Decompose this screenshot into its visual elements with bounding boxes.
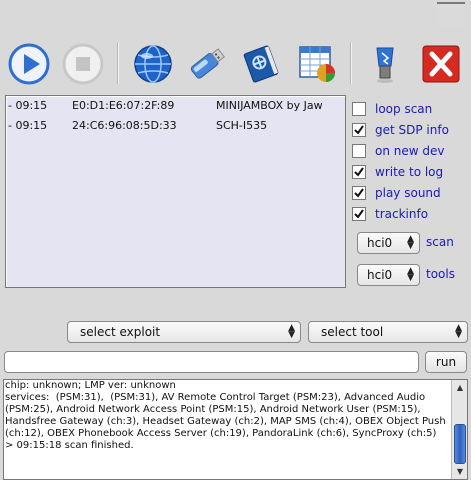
toolbar-separator xyxy=(117,42,119,84)
log-scrollbar[interactable]: ▲ ▼ xyxy=(451,380,467,479)
on-new-dev-option[interactable]: on new dev xyxy=(352,142,444,160)
checkmark-icon xyxy=(354,188,364,198)
stop-button[interactable] xyxy=(59,40,107,88)
toolbar-separator xyxy=(350,42,352,84)
tools-interface-value: hci0 xyxy=(367,268,393,282)
chevron-updown-icon: ▲ ▼ xyxy=(407,266,414,283)
run-button[interactable]: run xyxy=(425,351,467,373)
device-mac: E0:D1:E6:07:2F:89 xyxy=(72,99,175,112)
checkmark-icon xyxy=(354,125,364,135)
scan-interface-select[interactable]: hci0 ▲ ▼ xyxy=(357,232,420,254)
exit-button[interactable] xyxy=(417,40,465,88)
scroll-down-icon[interactable]: ▼ xyxy=(454,466,466,478)
tools-label: tools xyxy=(426,267,455,281)
exploit-select-value: select exploit xyxy=(80,325,161,339)
loop-scan-checkbox[interactable] xyxy=(352,102,366,116)
device-name: MINIJAMBOX by Jaw xyxy=(216,99,323,112)
book-icon xyxy=(243,45,279,83)
device-list[interactable]: - 09:15 E0:D1:E6:07:2F:89 MINIJAMBOX by … xyxy=(5,95,346,288)
usb-button[interactable] xyxy=(183,40,231,88)
device-name: SCH-I535 xyxy=(216,119,268,132)
window-control-button[interactable] xyxy=(437,2,465,26)
play-sound-option[interactable]: play sound xyxy=(352,184,441,202)
device-mac: 24:C6:96:08:5D:33 xyxy=(72,119,177,132)
loop-scan-label: loop scan xyxy=(375,102,433,116)
chevron-updown-icon: ▲ ▼ xyxy=(455,323,462,340)
write-to-log-checkbox[interactable] xyxy=(352,165,366,179)
trackinfo-checkbox[interactable] xyxy=(352,207,366,221)
list-item[interactable]: - 09:15 24:C6:96:08:5D:33 SCH-I535 xyxy=(6,116,345,134)
chevron-updown-icon: ▲ ▼ xyxy=(407,234,414,251)
scrollbar-thumb[interactable] xyxy=(454,424,466,464)
log-output[interactable]: chip: unknown; LMP ver: unknown services… xyxy=(3,379,468,480)
chevron-updown-icon: ▲ ▼ xyxy=(288,323,295,340)
scan-label: scan xyxy=(426,235,454,249)
play-button[interactable] xyxy=(5,40,53,88)
device-time: - 09:15 xyxy=(8,119,48,132)
checkmark-icon xyxy=(354,209,364,219)
usb-icon xyxy=(190,48,225,79)
write-to-log-option[interactable]: write to log xyxy=(352,163,443,181)
on-new-dev-checkbox[interactable] xyxy=(352,144,366,158)
get-sdp-info-label: get SDP info xyxy=(375,123,449,137)
stop-icon xyxy=(62,43,104,85)
list-item[interactable]: - 09:15 E0:D1:E6:07:2F:89 MINIJAMBOX by … xyxy=(6,96,345,114)
scroll-up-icon[interactable]: ▲ xyxy=(454,382,466,394)
device-time: - 09:15 xyxy=(8,99,48,112)
tool-select[interactable]: select tool ▲ ▼ xyxy=(308,321,468,343)
toolbar xyxy=(0,36,471,94)
close-x-icon xyxy=(422,45,460,83)
get-sdp-info-option[interactable]: get SDP info xyxy=(352,121,449,139)
bluetooth-dongle-icon xyxy=(376,47,394,83)
checkmark-icon xyxy=(354,167,364,177)
trackinfo-option[interactable]: trackinfo xyxy=(352,205,428,223)
play-icon xyxy=(8,43,50,85)
bluetooth-button[interactable] xyxy=(361,40,409,88)
trackinfo-label: trackinfo xyxy=(375,207,429,221)
scan-interface-value: hci0 xyxy=(367,236,393,250)
exploit-select[interactable]: select exploit ▲ ▼ xyxy=(67,321,301,343)
log-text: chip: unknown; LMP ver: unknown services… xyxy=(5,380,446,451)
chart-button[interactable] xyxy=(293,40,341,88)
on-new-dev-label: on new dev xyxy=(375,144,445,158)
globe-icon xyxy=(134,45,172,83)
network-button[interactable] xyxy=(129,40,177,88)
tools-interface-select[interactable]: hci0 ▲ ▼ xyxy=(357,264,420,286)
spreadsheet-chart-icon xyxy=(299,46,335,82)
write-to-log-label: write to log xyxy=(375,165,444,179)
tool-select-value: select tool xyxy=(321,325,384,339)
play-sound-checkbox[interactable] xyxy=(352,186,366,200)
get-sdp-info-checkbox[interactable] xyxy=(352,123,366,137)
book-button[interactable] xyxy=(237,40,285,88)
command-input[interactable] xyxy=(4,351,419,373)
play-sound-label: play sound xyxy=(375,186,441,200)
loop-scan-option[interactable]: loop scan xyxy=(352,100,432,118)
